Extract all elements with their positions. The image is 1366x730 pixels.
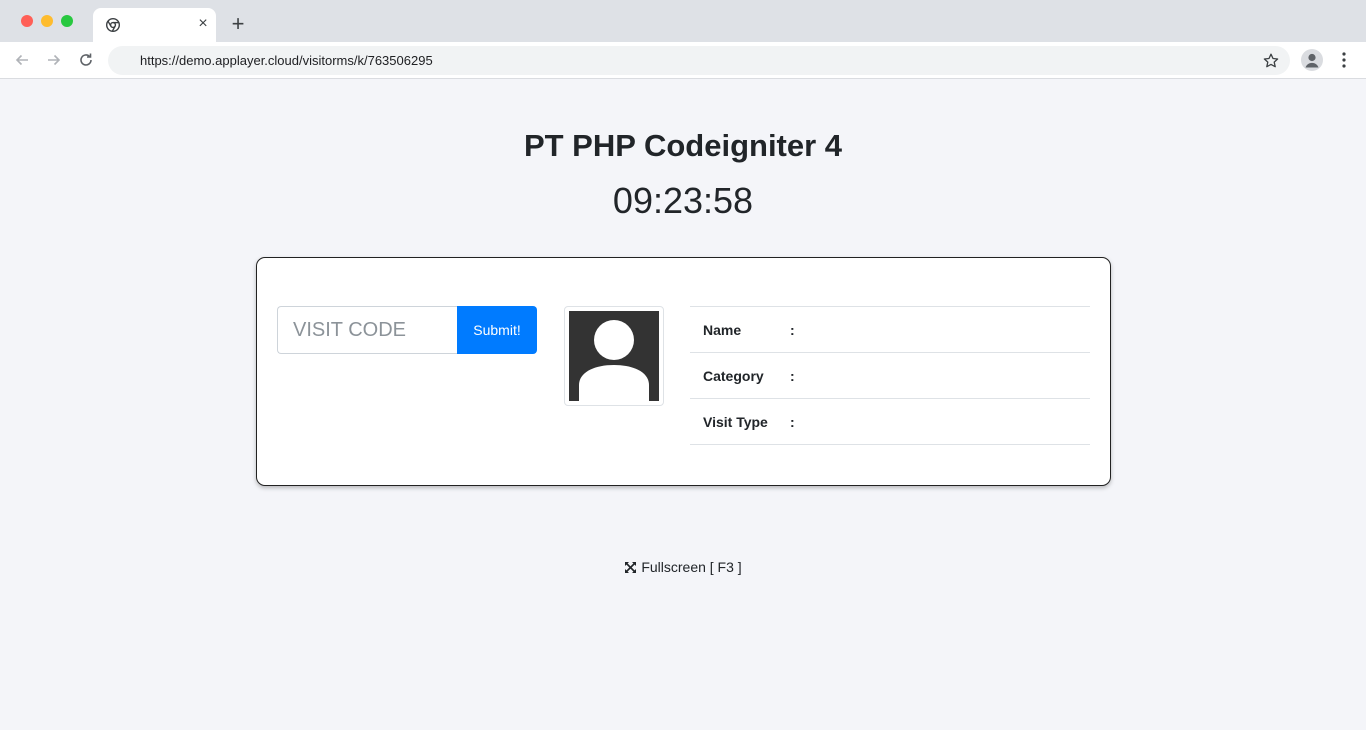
star-icon[interactable] [1262,52,1280,70]
table-row: Category : [690,352,1090,399]
chrome-favicon-icon [105,17,121,33]
browser-tab-bar: × + [0,0,1366,42]
fullscreen-label: Fullscreen [ F3 ] [641,559,742,575]
separator: : [790,398,810,445]
visit-card: Submit! Name : Category : Visit Type : [256,257,1111,486]
url-text[interactable]: https://demo.applayer.cloud/visitorms/k/… [140,53,433,68]
reload-icon[interactable] [76,50,96,70]
profile-icon[interactable] [1301,49,1323,71]
maximize-window-button[interactable] [61,15,73,27]
forward-arrow-icon[interactable] [44,50,64,70]
tab-close-icon[interactable]: × [194,15,212,33]
avatar-placeholder-icon [569,311,659,401]
browser-toolbar: https://demo.applayer.cloud/visitorms/k/… [0,42,1366,79]
expand-arrows-icon [624,561,637,574]
more-vert-icon[interactable] [1335,50,1353,70]
table-row: Visit Type : [690,398,1090,445]
back-arrow-icon[interactable] [12,50,32,70]
page-title: PT PHP Codeigniter 4 [523,128,843,163]
name-value [810,306,1090,353]
minimize-window-button[interactable] [41,15,53,27]
table-row: Name : [690,306,1090,353]
visit-code-input[interactable] [277,306,457,354]
visitor-info-table: Name : Category : Visit Type : [690,306,1090,445]
visitor-photo [564,306,664,406]
name-label: Name [690,306,790,353]
close-window-button[interactable] [21,15,33,27]
separator: : [790,306,810,353]
fullscreen-area: Fullscreen [ F3 ] [0,559,1366,577]
category-value [810,352,1090,399]
clock-display: 09:23:58 [612,180,754,221]
visit-type-label: Visit Type [690,398,790,445]
separator: : [790,352,810,399]
new-tab-button[interactable]: + [228,13,248,35]
browser-tab[interactable]: × [93,8,216,42]
fullscreen-link[interactable]: Fullscreen [ F3 ] [624,559,742,575]
visit-type-value [810,398,1090,445]
category-label: Category [690,352,790,399]
address-bar[interactable]: https://demo.applayer.cloud/visitorms/k/… [108,46,1290,75]
submit-button[interactable]: Submit! [457,306,537,354]
